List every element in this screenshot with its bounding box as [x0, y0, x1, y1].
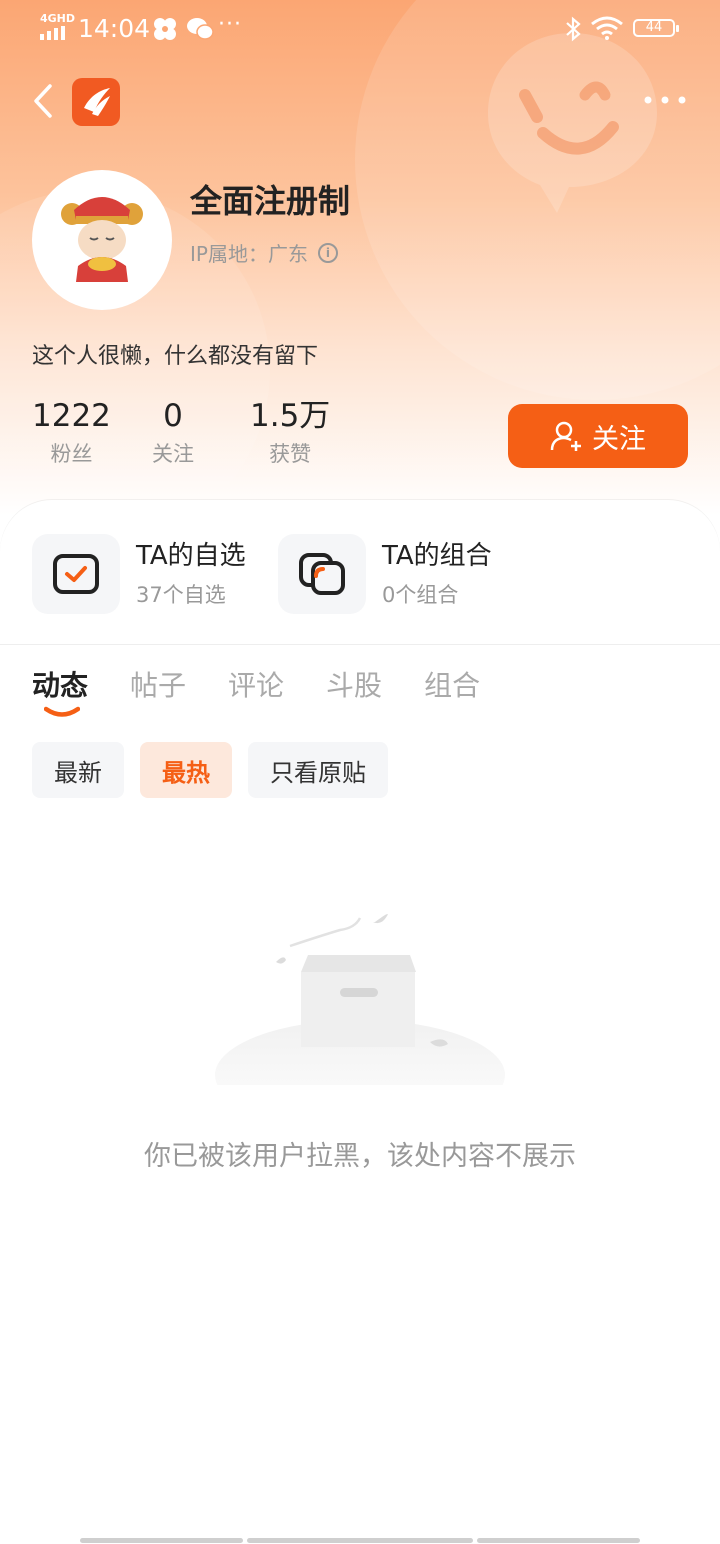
entry-title: TA的自选 — [136, 541, 246, 571]
ip-location-row: IP属地：广东 i — [190, 238, 338, 267]
entry-title: TA的组合 — [382, 541, 492, 571]
stat-label: 粉丝 — [50, 442, 93, 466]
info-icon[interactable]: i — [317, 242, 338, 263]
follow-label: 关注 — [592, 423, 646, 455]
stat-label: 获赞 — [269, 442, 312, 466]
stat-value: 1.5万 — [250, 398, 331, 434]
chevron-left-icon — [34, 84, 52, 118]
pinwheel-icon — [154, 18, 176, 40]
username: 全面注册制 — [190, 182, 351, 220]
ip-location: IP属地：广东 — [190, 242, 308, 266]
tab-activity[interactable]: 动态 — [32, 666, 88, 706]
checkbox-icon — [53, 554, 99, 594]
portfolio-icon — [299, 553, 345, 595]
back-button[interactable] — [28, 82, 58, 120]
network-indicator: 4GHD — [40, 12, 76, 25]
stat-fans[interactable]: 1222 粉丝 — [32, 396, 111, 468]
filter-chips: 最新 最热 只看原贴 — [32, 742, 404, 798]
more-dots-icon[interactable] — [640, 88, 690, 112]
stat-value: 1222 — [32, 398, 111, 434]
bio-text: 这个人很懒，什么都没有留下 — [32, 344, 319, 369]
more-notifications: ··· — [218, 12, 242, 37]
filter-hottest[interactable]: 最热 — [140, 742, 232, 798]
tab-posts[interactable]: 帖子 — [130, 666, 186, 706]
status-bar: 4GHD 14:04 ··· 44 — [0, 0, 720, 56]
nav-indicator-right — [477, 1538, 640, 1543]
stat-likes[interactable]: 1.5万 获赞 — [250, 396, 330, 468]
signal-icon — [40, 26, 65, 40]
wifi-icon — [591, 16, 623, 40]
bluetooth-icon — [566, 16, 581, 42]
clock: 14:04 — [78, 14, 151, 43]
empty-box-illustration — [215, 914, 505, 1085]
stat-label: 关注 — [152, 442, 194, 466]
wechat-icon — [187, 18, 214, 40]
tab-stock-battle[interactable]: 斗股 — [326, 666, 382, 706]
stat-value: 0 — [163, 398, 183, 434]
active-tab-indicator — [44, 706, 80, 717]
filter-original-only[interactable]: 只看原贴 — [248, 742, 388, 798]
add-user-icon — [550, 421, 581, 451]
blocked-message: 你已被该用户拉黑，该处内容不展示 — [144, 1141, 576, 1172]
tab-portfolio[interactable]: 组合 — [424, 666, 480, 706]
watchlist-entry[interactable]: TA的自选 37个自选 — [32, 534, 246, 614]
tab-comments[interactable]: 评论 — [228, 666, 284, 706]
divider — [0, 644, 720, 645]
stat-following[interactable]: 0 关注 — [152, 396, 194, 468]
nav-indicator-left — [80, 1538, 243, 1543]
filter-latest[interactable]: 最新 — [32, 742, 124, 798]
follow-button[interactable]: 关注 — [508, 404, 688, 468]
avatar[interactable] — [32, 170, 172, 310]
portfolio-entry[interactable]: TA的组合 0个组合 — [278, 534, 492, 614]
battery-indicator: 44 — [633, 19, 679, 37]
entry-subtitle: 37个自选 — [136, 583, 226, 607]
nav-indicator-center — [247, 1538, 473, 1543]
app-logo-icon — [84, 88, 110, 116]
tab-bar: 动态 帖子 评论 斗股 组合 — [32, 666, 522, 706]
avatar-cartoon-icon — [61, 197, 143, 282]
watchlist-icon-box — [32, 534, 120, 614]
entry-subtitle: 0个组合 — [382, 583, 459, 607]
portfolio-icon-box — [278, 534, 366, 614]
app-logo[interactable] — [72, 78, 120, 126]
